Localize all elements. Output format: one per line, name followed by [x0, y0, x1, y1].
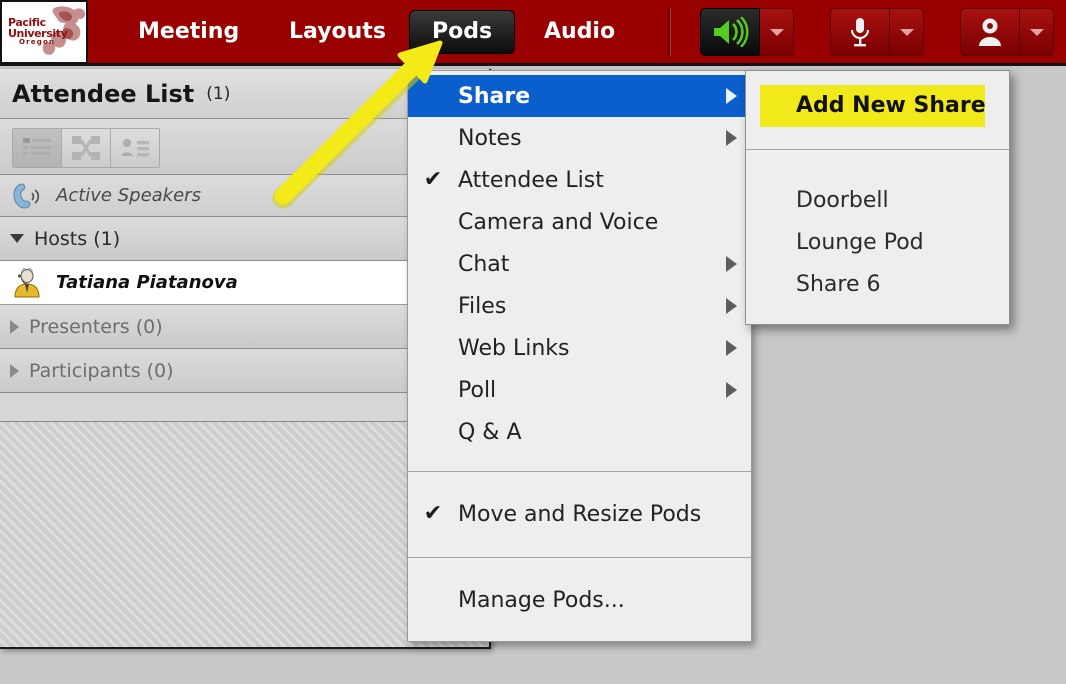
submenu-label-lounge-pod: Lounge Pod	[796, 229, 924, 255]
submenu-arrow-icon	[726, 298, 737, 314]
submenu-item-doorbell[interactable]: Doorbell	[746, 179, 1009, 221]
submenu-arrow-icon	[726, 130, 737, 146]
menu-layouts[interactable]: Layouts	[275, 11, 400, 53]
menu-item-share[interactable]: Share	[408, 75, 751, 117]
attendee-name: Tatiana Piatanova	[56, 272, 238, 293]
speaker-tool-group	[700, 8, 794, 56]
menu-label-notes: Notes	[458, 125, 522, 151]
menu-item-qa[interactable]: Q & A	[408, 411, 751, 453]
menu-item-web-links[interactable]: Web Links	[408, 327, 751, 369]
submenu-arrow-icon	[726, 382, 737, 398]
host-avatar-icon	[14, 267, 40, 298]
menu-item-manage-pods[interactable]: Manage Pods...	[408, 579, 751, 621]
menu-separator-1	[408, 471, 751, 472]
menu-item-attendee-list[interactable]: ✔ Attendee List	[408, 159, 751, 201]
microphone-tool-group	[830, 8, 924, 56]
menu-item-files[interactable]: Files	[408, 285, 751, 327]
webcam-dropdown-arrow[interactable]	[1020, 8, 1054, 56]
view-mode-button-group	[12, 128, 160, 168]
breakout-grid-icon	[72, 136, 100, 160]
menu-separator-2	[408, 557, 751, 558]
submenu-arrow-icon	[726, 340, 737, 356]
pod-title-text: Attendee List	[12, 79, 195, 108]
submenu-separator	[746, 149, 1009, 150]
checkmark-icon: ✔	[423, 167, 443, 192]
breakout-rooms-button[interactable]	[62, 129, 111, 167]
pod-attendee-count: (1)	[206, 83, 231, 104]
chevron-down-icon	[10, 234, 24, 243]
webcam-button[interactable]	[960, 8, 1020, 56]
active-speakers-label: Active Speakers	[56, 185, 201, 206]
menu-pods[interactable]: Pods	[410, 11, 514, 53]
attendee-detail-button[interactable]	[111, 129, 159, 167]
speaker-button[interactable]	[700, 8, 760, 56]
menu-label-attendee-list: Attendee List	[458, 167, 604, 193]
menu-label-move-and-resize-pods: Move and Resize Pods	[458, 501, 702, 527]
chevron-down-icon	[769, 29, 784, 36]
group-label-participants: Participants (0)	[29, 359, 174, 382]
logo-line-3: Oregon	[19, 38, 56, 47]
submenu-label-add-new-share: Add New Share	[796, 92, 986, 118]
group-label-hosts: Hosts (1)	[34, 227, 121, 250]
share-submenu: Add New Share Doorbell Lounge Pod Share …	[745, 70, 1010, 325]
phone-icon	[13, 182, 40, 209]
menu-item-chat[interactable]: Chat	[408, 243, 751, 285]
menu-label-web-links: Web Links	[458, 335, 570, 361]
menu-meeting[interactable]: Meeting	[124, 11, 253, 53]
menu-item-move-and-resize-pods[interactable]: ✔ Move and Resize Pods	[408, 493, 751, 535]
menu-audio[interactable]: Audio	[530, 11, 629, 53]
group-label-presenters: Presenters (0)	[29, 315, 163, 338]
submenu-arrow-icon	[726, 88, 737, 104]
submenu-label-share-6: Share 6	[796, 271, 881, 297]
menu-label-poll: Poll	[458, 377, 497, 403]
attendee-detail-icon	[121, 138, 149, 157]
menu-label-files: Files	[458, 293, 507, 319]
chevron-right-icon	[10, 363, 19, 378]
submenu-label-doorbell: Doorbell	[796, 187, 889, 213]
microphone-button[interactable]	[830, 8, 890, 56]
chevron-right-icon	[10, 319, 19, 334]
menu-label-camera-and-voice: Camera and Voice	[458, 209, 659, 235]
application-window: Pacific University Oregon Meeting Layout…	[0, 0, 1066, 684]
menu-label-qa: Q & A	[458, 419, 522, 445]
submenu-arrow-icon	[726, 256, 737, 272]
menu-label-share: Share	[458, 83, 531, 109]
pacific-university-logo: Pacific University Oregon	[0, 0, 88, 64]
menu-item-poll[interactable]: Poll	[408, 369, 751, 411]
webcam-icon	[979, 18, 1001, 46]
list-view-button[interactable]	[13, 129, 62, 167]
list-view-icon	[23, 138, 51, 155]
webcam-tool-group	[960, 8, 1054, 56]
microphone-icon	[850, 18, 870, 47]
menu-label-manage-pods: Manage Pods...	[458, 587, 625, 613]
speaker-icon	[714, 17, 749, 47]
menu-item-notes[interactable]: Notes	[408, 117, 751, 159]
submenu-item-add-new-share[interactable]: Add New Share	[746, 83, 1009, 127]
chevron-down-icon	[1029, 29, 1044, 36]
speaker-dropdown-arrow[interactable]	[760, 8, 794, 56]
chevron-down-icon	[899, 29, 914, 36]
submenu-item-share-6[interactable]: Share 6	[746, 263, 1009, 305]
menu-label-chat: Chat	[458, 251, 510, 277]
pods-dropdown-menu: Share Notes ✔ Attendee List Camera and V…	[407, 70, 752, 642]
menu-item-camera-and-voice[interactable]: Camera and Voice	[408, 201, 751, 243]
toolbar-divider-1	[668, 8, 671, 56]
microphone-dropdown-arrow[interactable]	[890, 8, 924, 56]
submenu-item-lounge-pod[interactable]: Lounge Pod	[746, 221, 1009, 263]
checkmark-icon: ✔	[423, 501, 443, 526]
top-menu-bar: Pacific University Oregon Meeting Layout…	[0, 0, 1066, 66]
